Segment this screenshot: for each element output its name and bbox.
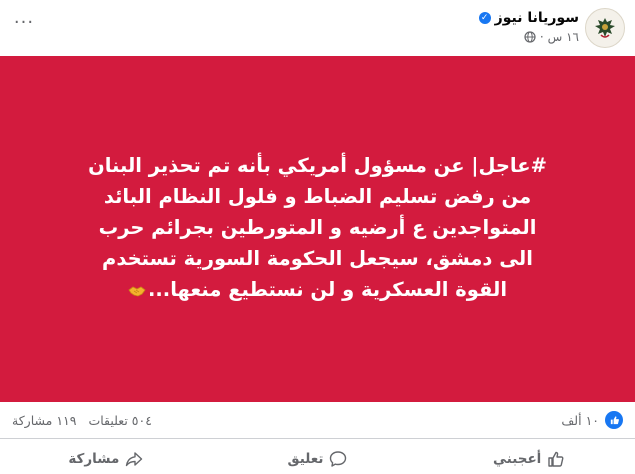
engagement-counts: ٥٠٤ تعليقات ١١٩ مشاركة — [12, 413, 152, 428]
page-avatar[interactable] — [585, 8, 625, 48]
post-timestamp[interactable]: ١٦ س — [548, 30, 579, 44]
shares-count[interactable]: ١١٩ مشاركة — [12, 413, 76, 428]
comment-bubble-icon — [330, 451, 347, 467]
meta-separator: · — [539, 30, 544, 44]
post-content-card: #عاجل| عن مسؤول أمريكي بأنه تم تحذير الب… — [0, 56, 635, 402]
reactions-summary[interactable]: ١٠ ألف — [561, 411, 623, 429]
verified-badge-icon: ✓ — [478, 12, 491, 24]
page-name-row: سوريانا نيوز ✓ — [478, 10, 579, 26]
post-stats-bar: ١٠ ألف ٥٠٤ تعليقات ١١٩ مشاركة — [0, 402, 635, 439]
comment-label: تعليق — [287, 451, 324, 467]
like-label: أعجبني — [493, 451, 542, 467]
reactions-count: ١٠ ألف — [561, 412, 599, 428]
share-button[interactable]: مشاركة — [0, 442, 212, 474]
thumbs-up-icon — [548, 451, 564, 467]
post-body: عن مسؤول أمريكي بأنه تم تحذير البنان من … — [88, 153, 537, 301]
share-arrow-icon — [126, 452, 143, 467]
hashtag-link[interactable]: #عاجل| — [471, 154, 547, 177]
post-header: سوريانا نيوز ✓ ١٦ س · ··· — [0, 0, 635, 56]
more-options-icon: ··· — [13, 11, 35, 33]
post-actions-bar: أعجبني تعليق مشاركة — [0, 442, 635, 474]
globe-icon — [524, 31, 536, 43]
comments-count[interactable]: ٥٠٤ تعليقات — [88, 413, 151, 428]
like-button[interactable]: أعجبني — [423, 442, 635, 474]
post-meta: ١٦ س · — [524, 30, 579, 44]
more-options-button[interactable]: ··· — [10, 11, 38, 33]
facebook-post: سوريانا نيوز ✓ ١٦ س · ··· #عاجل| عن مسؤو… — [0, 0, 635, 474]
page-name[interactable]: سوريانا نيوز — [495, 10, 579, 26]
share-label: مشاركة — [68, 451, 120, 467]
eagle-emblem-icon — [595, 18, 615, 38]
comment-button[interactable]: تعليق — [212, 442, 424, 474]
post-text: #عاجل| عن مسؤول أمريكي بأنه تم تحذير الب… — [83, 150, 553, 305]
like-reaction-icon — [605, 411, 623, 429]
handshake-emoji-icon — [128, 286, 146, 296]
